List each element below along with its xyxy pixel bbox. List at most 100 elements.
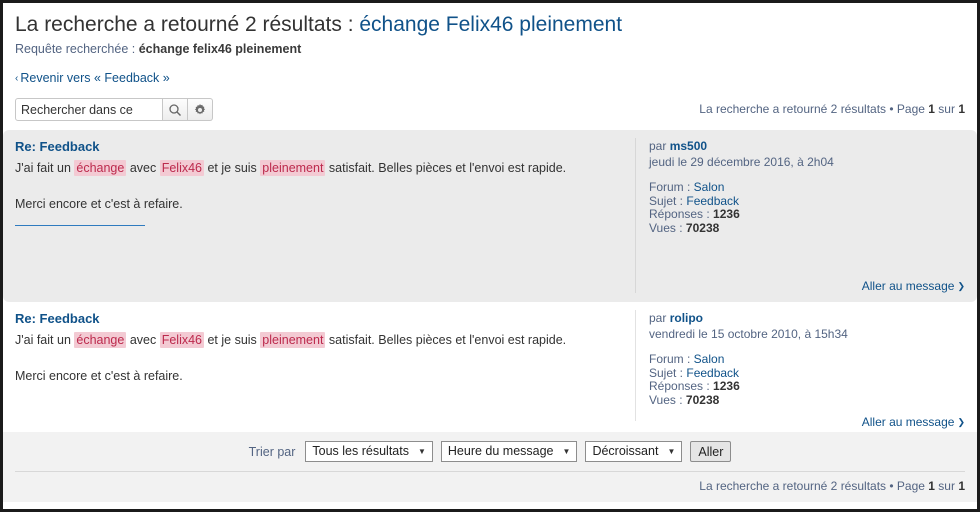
search-settings-button[interactable] xyxy=(188,98,213,121)
views-label: Vues : xyxy=(649,392,686,407)
stat-topic: Sujet : Feedback xyxy=(649,366,965,381)
search-icon xyxy=(169,103,181,116)
breadcrumb: ‹ Revenir vers « Feedback » xyxy=(15,70,965,87)
result-row: Re: Feedback J'ai fait un échange avec F… xyxy=(3,302,977,430)
chevron-right-icon: ❯ xyxy=(957,417,965,427)
result-title[interactable]: Re: Feedback xyxy=(15,138,619,156)
author-name[interactable]: ms500 xyxy=(670,139,707,153)
pagination-summary-bottom: La recherche a retourné 2 résultats • Pa… xyxy=(3,472,977,502)
search-query-line: Requête recherchée : échange felix46 ple… xyxy=(15,41,965,57)
chevron-down-icon: ▼ xyxy=(417,447,426,456)
stat-replies: Réponses : 1236 xyxy=(649,207,965,222)
snippet-suffix: satisfait. Belles pièces et l'envoi est … xyxy=(325,161,567,175)
replies-label: Réponses : xyxy=(649,207,714,221)
page-title: La recherche a retourné 2 résultats : éc… xyxy=(15,12,965,38)
result-author-line: par ms500 xyxy=(649,138,965,154)
chevron-down-icon: ▼ xyxy=(562,447,571,456)
stat-topic: Sujet : Feedback xyxy=(649,194,965,209)
stat-views: Vues : 70238 xyxy=(649,392,965,408)
snippet-prefix: J'ai fait un xyxy=(15,161,75,175)
goto-message-row: Aller au message ❯ xyxy=(649,407,965,429)
current-page-top: 1 xyxy=(928,102,935,116)
snippet-mid-1: avec xyxy=(126,161,160,175)
replies-count: 1236 xyxy=(713,379,740,393)
result-title-link[interactable]: Re: Feedback xyxy=(15,139,100,154)
pagination-between-top: sur xyxy=(934,102,959,116)
sort-field-select[interactable]: Heure du message ▼ xyxy=(440,441,578,462)
forum-label: Forum : xyxy=(649,352,694,366)
search-toolbar: La recherche a retourné 2 résultats • Pa… xyxy=(15,98,965,121)
highlight-term-2: Felix46 xyxy=(159,160,204,176)
result-content: Re: Feedback J'ai fait un échange avec F… xyxy=(15,310,635,421)
chevron-left-icon: ‹ xyxy=(15,73,19,84)
result-snippet-paragraph-2: Merci encore et c'est à refaire. xyxy=(15,197,183,211)
goto-message-label: Aller au message xyxy=(861,279,955,293)
pagination-summary-prefix-top: La recherche a retourné 2 résultats • Pa… xyxy=(699,102,929,116)
pagination-summary-top: La recherche a retourné 2 résultats • Pa… xyxy=(699,98,965,116)
views-label: Vues : xyxy=(649,220,686,235)
result-meta: par ms500 jeudi le 29 décembre 2016, à 2… xyxy=(635,138,965,293)
result-content: Re: Feedback J'ai fait un échange avec F… xyxy=(15,138,635,293)
attachment-link[interactable] xyxy=(15,224,145,226)
forum-name[interactable]: Salon xyxy=(694,352,725,366)
current-page-bottom: 1 xyxy=(928,479,935,493)
sort-field-value: Heure du message xyxy=(447,444,554,458)
pagination-between-bottom: sur xyxy=(934,479,959,493)
stat-forum: Forum : Salon xyxy=(649,352,965,367)
page-header: La recherche a retourné 2 résultats : éc… xyxy=(3,3,977,121)
stat-forum: Forum : Salon xyxy=(649,180,965,195)
replies-count: 1236 xyxy=(713,207,740,221)
back-to-forum-link[interactable]: Revenir vers « Feedback » xyxy=(20,71,169,85)
result-snippet-paragraph-2: Merci encore et c'est à refaire. xyxy=(15,369,183,383)
snippet-spacer xyxy=(15,349,619,367)
goto-message-label: Aller au message xyxy=(861,415,955,429)
author-label: par xyxy=(649,311,670,325)
gear-icon xyxy=(194,103,206,114)
search-submit-button[interactable] xyxy=(163,98,188,121)
result-snippet: J'ai fait un échange avec Felix46 et je … xyxy=(15,331,619,385)
forum-label: Forum : xyxy=(649,180,694,194)
page-title-prefix: La recherche a retourné 2 résultats : xyxy=(15,13,360,36)
search-input[interactable] xyxy=(15,98,163,121)
snippet-spacer xyxy=(15,177,619,195)
highlight-term-3: pleinement xyxy=(260,332,326,348)
sort-label: Trier par xyxy=(248,444,296,459)
result-date: vendredi le 15 octobre 2010, à 15h34 xyxy=(649,327,848,341)
highlight-term-2: Felix46 xyxy=(159,332,204,348)
goto-message-link[interactable]: Aller au message ❯ xyxy=(862,415,965,429)
page-title-query: échange Felix46 pleinement xyxy=(359,13,623,36)
sort-order-select[interactable]: Décroissant ▼ xyxy=(585,441,683,462)
result-author-line: par rolipo xyxy=(649,310,965,326)
forum-name[interactable]: Salon xyxy=(694,180,725,194)
pagination-summary-prefix-bottom: La recherche a retourné 2 résultats • Pa… xyxy=(699,479,929,493)
result-date: jeudi le 29 décembre 2016, à 2h04 xyxy=(649,155,834,169)
snippet-mid-1: avec xyxy=(126,333,160,347)
sort-bar: Trier par Tous les résultats ▼ Heure du … xyxy=(3,432,977,471)
replies-label: Réponses : xyxy=(649,379,714,393)
chevron-down-icon: ▼ xyxy=(667,447,676,456)
goto-message-link[interactable]: Aller au message ❯ xyxy=(862,279,965,293)
result-title-link[interactable]: Re: Feedback xyxy=(15,311,100,326)
topic-name[interactable]: Feedback xyxy=(686,194,739,208)
search-box xyxy=(15,98,213,121)
result-snippet: J'ai fait un échange avec Felix46 et je … xyxy=(15,159,619,231)
highlight-term-3: pleinement xyxy=(260,160,326,176)
footer-area: Trier par Tous les résultats ▼ Heure du … xyxy=(3,432,977,502)
total-pages-bottom: 1 xyxy=(958,479,965,493)
chevron-right-icon: ❯ xyxy=(957,281,965,291)
snippet-suffix: satisfait. Belles pièces et l'envoi est … xyxy=(325,333,567,347)
snippet-mid-2: et je suis xyxy=(204,161,261,175)
snippet-prefix: J'ai fait un xyxy=(15,333,75,347)
result-stats: Forum : Salon Sujet : Feedback Réponses … xyxy=(649,180,965,235)
search-query-label: Requête recherchée : xyxy=(15,42,139,56)
result-title[interactable]: Re: Feedback xyxy=(15,310,619,328)
sort-scope-select[interactable]: Tous les résultats ▼ xyxy=(305,441,433,462)
topic-name[interactable]: Feedback xyxy=(686,366,739,380)
result-stats: Forum : Salon Sujet : Feedback Réponses … xyxy=(649,352,965,408)
results-list: Re: Feedback J'ai fait un échange avec F… xyxy=(3,130,977,430)
goto-message-row: Aller au message ❯ xyxy=(649,271,965,293)
author-name[interactable]: rolipo xyxy=(670,311,703,325)
sort-go-button[interactable]: Aller xyxy=(690,441,732,462)
highlight-term-1: échange xyxy=(74,160,127,176)
author-label: par xyxy=(649,139,670,153)
